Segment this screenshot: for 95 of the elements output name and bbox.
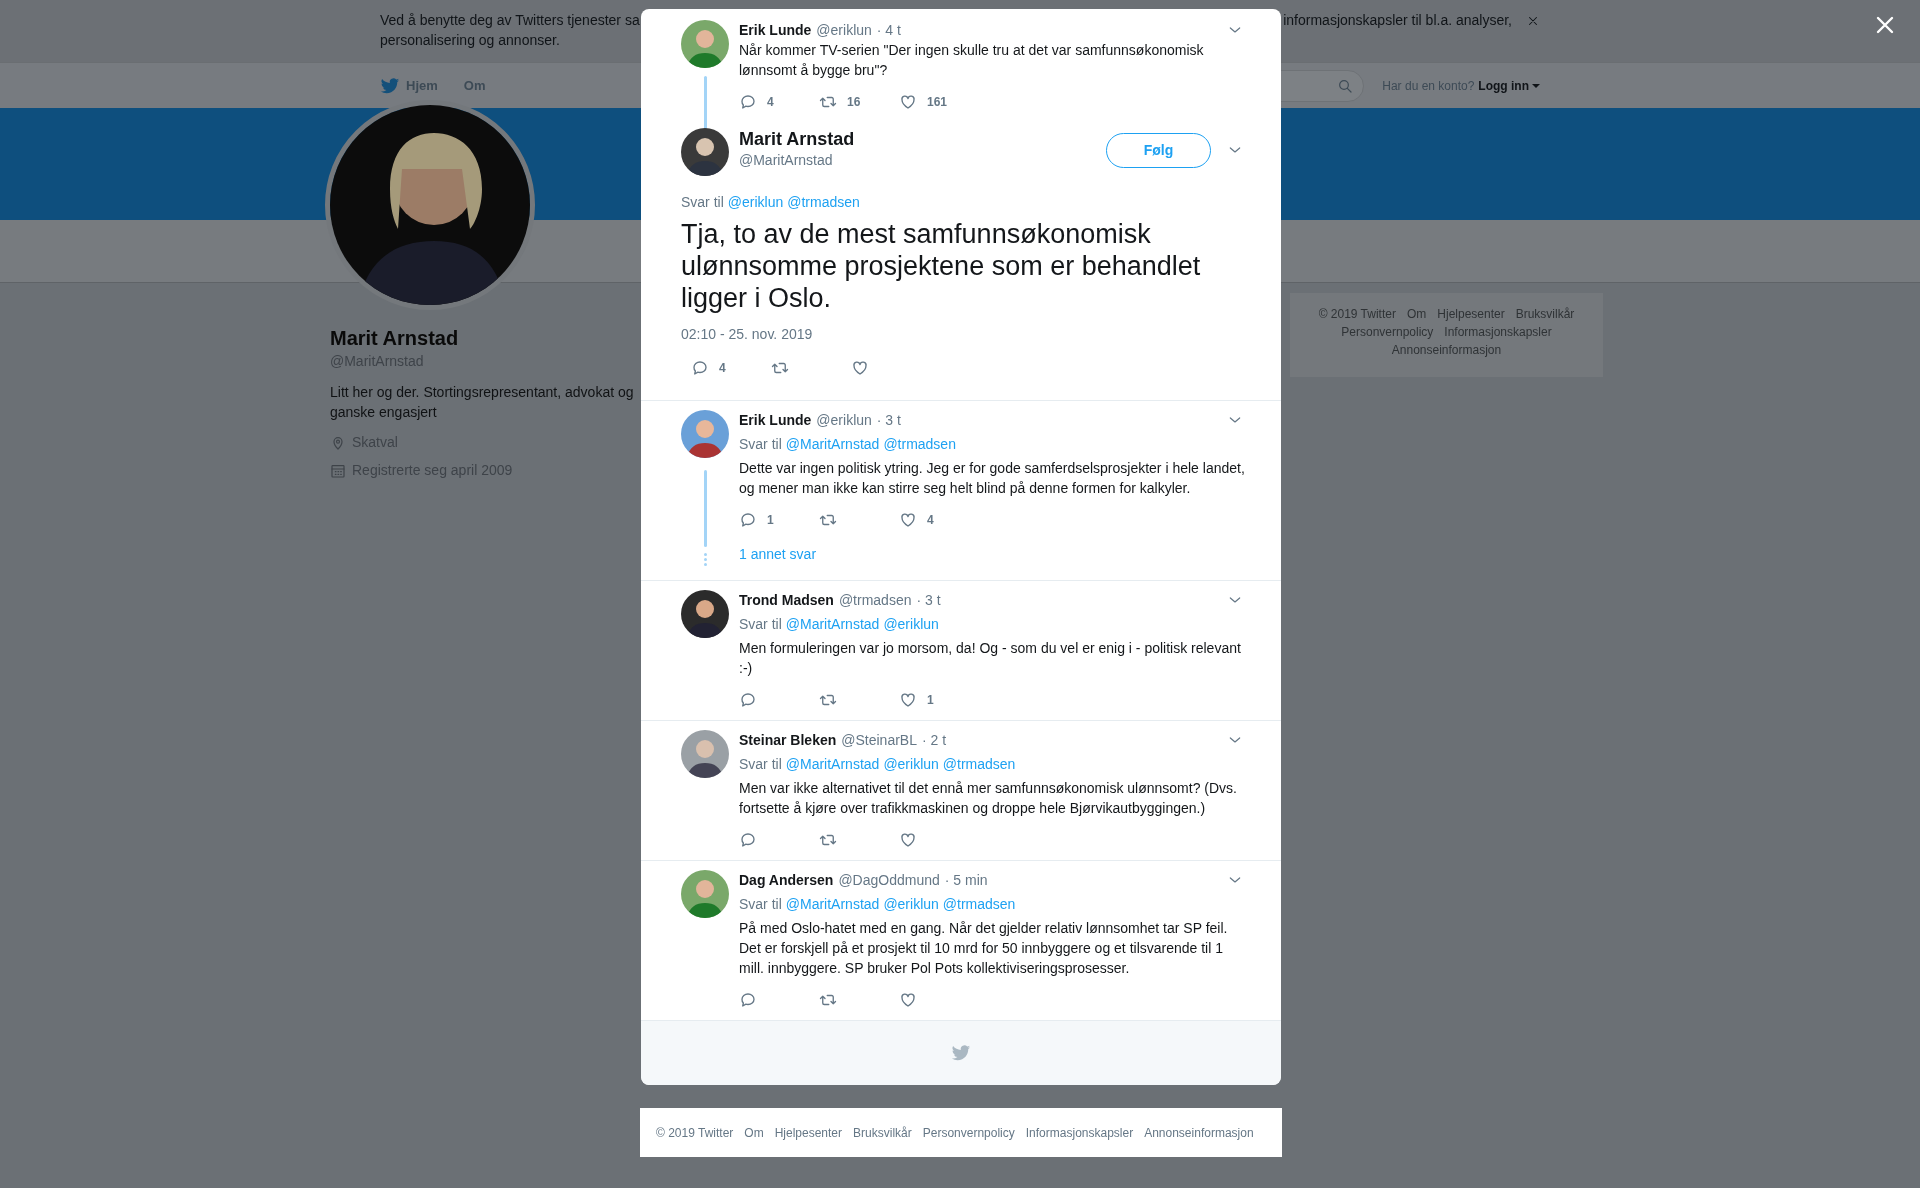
footer-link[interactable]: Om: [1406, 305, 1427, 323]
retweet-button[interactable]: 16: [819, 93, 899, 111]
avatar[interactable]: [681, 730, 729, 778]
tweet-text: På med Oslo-hatet med en gang. Når det gjelder relativ lønnsomhet tar SP feil. Det er forskjell på et prosjekt til 10 mrd for 50 innbyggere og et tilsvarende til 1 mill. innbyggere. SP bruker Pol Pots kollektiviseringsprosesser.: [739, 919, 1229, 978]
author-handle[interactable]: @DagOddmund: [838, 870, 940, 890]
author-name[interactable]: Trond Madsen: [739, 590, 834, 610]
like-button[interactable]: 161: [899, 93, 979, 111]
mention-link[interactable]: @eriklun: [883, 894, 939, 914]
location-pin-icon: [330, 435, 346, 451]
footer-link[interactable]: © 2019 Twitter: [656, 1123, 734, 1142]
footer-link[interactable]: Personvernpolicy: [922, 1123, 1015, 1142]
tweet-time[interactable]: · 3 t: [916, 590, 941, 610]
heart-icon: [899, 511, 917, 529]
author-name[interactable]: Erik Lunde: [739, 20, 812, 40]
login-link[interactable]: Logg inn: [1478, 77, 1540, 95]
tweet-time[interactable]: · 5 min: [944, 870, 988, 890]
reply-icon: [739, 93, 757, 111]
author-handle[interactable]: @SteinarBL: [841, 730, 917, 750]
reply-button[interactable]: 1: [739, 511, 819, 529]
like-button[interactable]: 1: [899, 691, 979, 709]
footer-link[interactable]: Personvernpolicy: [1341, 323, 1434, 341]
reply-icon: [739, 991, 757, 1009]
mention-link[interactable]: @trmadsen: [787, 192, 860, 212]
close-icon: [1526, 14, 1540, 28]
author-name[interactable]: Marit Arnstad: [739, 128, 855, 150]
reply-icon: [691, 359, 709, 377]
tweet-time[interactable]: · 3 t: [876, 410, 901, 430]
calendar-icon: [330, 463, 346, 479]
author-name[interactable]: Dag Andersen: [739, 870, 834, 890]
heart-icon: [899, 93, 917, 111]
author-handle[interactable]: @eriklun: [816, 410, 872, 430]
footer-link[interactable]: © 2019 Twitter: [1318, 305, 1396, 323]
mention-link[interactable]: @MaritArnstad: [785, 434, 880, 454]
tweet-text: Dette var ingen politisk ytring. Jeg er for gode samferdselsprosjekter i hele landet, og mener man ikke kan stirre seg helt blind på denne formen for kalkyler.: [739, 459, 1245, 498]
tweet-timestamp[interactable]: 02:10 - 25. nov. 2019: [681, 324, 1245, 344]
mention-link[interactable]: @MaritArnstad: [785, 614, 880, 634]
bird-icon: [951, 1043, 971, 1063]
heart-icon: [899, 991, 917, 1009]
cookie-text: personalisering og annonser.: [380, 31, 561, 50]
reply-to-label: Svar til: [739, 895, 782, 914]
cookie-text: informasjonskapsler til bl.a. analyser,: [1283, 11, 1512, 30]
reply-icon: [739, 831, 757, 849]
tweet-text: Men formuleringen var jo morsom, da! Og - som du vel er enig i - politisk relevant :-): [739, 639, 1242, 678]
mention-link[interactable]: @trmadsen: [883, 434, 956, 454]
footer-link[interactable]: Annonseinformasjon: [1144, 1123, 1254, 1142]
author-name[interactable]: Erik Lunde: [739, 410, 812, 430]
footer-link[interactable]: Informasjonskapsler: [1025, 1123, 1134, 1142]
heart-icon: [899, 691, 917, 709]
reply-to-label: Svar til: [739, 435, 782, 454]
mention-link[interactable]: @eriklun: [727, 192, 784, 212]
author-handle[interactable]: @eriklun: [816, 20, 872, 40]
mention-link[interactable]: @MaritArnstad: [785, 754, 880, 774]
cookie-text: Ved å benytte deg av Twitters tjenester sa: [380, 11, 640, 30]
mention-link[interactable]: @trmadsen: [942, 894, 1016, 914]
heart-icon: [851, 359, 869, 377]
profile-bio: Litt her og der. Stortingsrepresentant, advokat og ganske engasjert: [330, 383, 635, 422]
tweet-text: Men var ikke alternativet til det ennå mer samfunnsøkonomisk ulønnsomt? (Dvs. fortsette å kjøre over trafikkmaskinen og droppe hele Bjørvikautbyggingen.): [739, 779, 1238, 818]
tweet-text: Tja, to av de mest samfunnsøkonomisk ulønnsomme prosjektene som er behandlet ligger i Oslo.: [681, 218, 1202, 314]
more-replies-link[interactable]: 1 annet svar: [739, 544, 1245, 564]
reply-button[interactable]: 4: [691, 359, 771, 377]
search-icon: [1337, 78, 1354, 94]
footer-link[interactable]: Bruksvilkår: [853, 1123, 912, 1142]
author-handle[interactable]: @MaritArnstad: [739, 150, 855, 170]
mention-link[interactable]: @trmadsen: [942, 754, 1016, 774]
bird-icon: [380, 76, 400, 96]
like-button[interactable]: 4: [899, 511, 979, 529]
author-name[interactable]: Steinar Bleken: [739, 730, 837, 750]
caret-icon: [1532, 84, 1540, 88]
profile-avatar[interactable]: [325, 100, 535, 310]
close-banner-button[interactable]: [1526, 14, 1540, 28]
avatar[interactable]: [681, 128, 729, 176]
reply-icon: [739, 511, 757, 529]
mention-link[interactable]: @eriklun: [883, 754, 939, 774]
avatar[interactable]: [681, 590, 729, 638]
footer-link[interactable]: Bruksvilkår: [1515, 305, 1575, 323]
reply-button[interactable]: 4: [739, 93, 819, 111]
tweet-text: Når kommer TV-serien "Der ingen skulle tru at det var samfunnsøkonomisk lønnsomt å bygge bru"?: [739, 41, 1205, 80]
avatar[interactable]: [681, 410, 729, 458]
tweet-time[interactable]: · 4 t: [876, 20, 901, 40]
footer-link[interactable]: Om: [744, 1123, 764, 1142]
mention-link[interactable]: @MaritArnstad: [785, 894, 880, 914]
footer-link[interactable]: Hjelpesenter: [774, 1123, 843, 1142]
reply-to-label: Svar til: [739, 755, 782, 774]
footer-link[interactable]: Hjelpesenter: [1437, 305, 1505, 323]
profile-name[interactable]: Marit Arnstad: [330, 325, 635, 351]
footer-link[interactable]: Informasjonskapsler: [1444, 323, 1552, 341]
reply-to-label: Svar til: [681, 193, 724, 212]
reply-to-label: Svar til: [739, 615, 782, 634]
tweet-time[interactable]: · 2 t: [921, 730, 947, 750]
reply-icon: [739, 691, 757, 709]
mention-link[interactable]: @eriklun: [883, 614, 939, 634]
login-prompt: Har du en konto?: [1382, 78, 1475, 95]
author-handle[interactable]: @trmadsen: [838, 590, 912, 610]
heart-icon: [899, 831, 917, 849]
footer-link[interactable]: Annonseinformasjon: [1391, 341, 1502, 359]
